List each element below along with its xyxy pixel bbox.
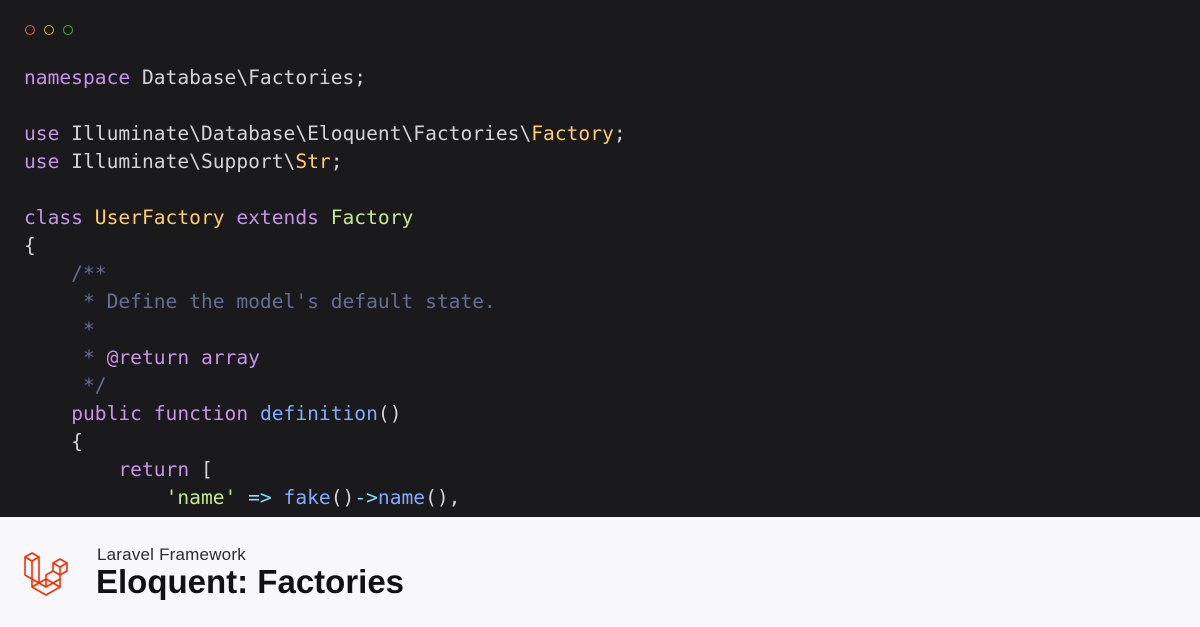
code-token: [ xyxy=(189,458,213,481)
code-token: * Define the model's default state. xyxy=(24,290,496,313)
code-line: return [ xyxy=(24,456,626,484)
code-token: use xyxy=(24,122,60,145)
code-token: (), xyxy=(425,486,461,509)
laravel-logo-icon xyxy=(24,552,68,596)
code-line: use Illuminate\Support\Str; xyxy=(24,148,626,176)
code-token: * xyxy=(24,346,107,369)
code-token: @return xyxy=(106,346,190,369)
code-token: function xyxy=(153,402,249,425)
code-line: public function definition() xyxy=(24,400,626,428)
code-line: * Define the model's default state. xyxy=(24,288,626,316)
code-token: array xyxy=(189,346,260,369)
code-token: ; xyxy=(330,150,343,173)
code-token: UserFactory xyxy=(94,206,225,229)
code-token: class xyxy=(24,206,83,229)
subtitle: Laravel Framework xyxy=(97,545,246,564)
code-block: namespace Database\Factories; use Illumin… xyxy=(24,64,626,512)
code-token: extends xyxy=(236,206,319,229)
minimize-dot-icon[interactable] xyxy=(44,25,54,35)
page-title: Eloquent: Factories xyxy=(96,563,405,600)
code-token: name xyxy=(377,486,426,509)
code-line: { xyxy=(24,232,626,260)
code-token: */ xyxy=(24,374,107,397)
code-token: Illuminate\Database\Eloquent\Factories\ xyxy=(59,122,532,145)
code-token: ; xyxy=(613,122,626,145)
code-line: * @return array xyxy=(24,344,626,372)
code-token: use xyxy=(24,150,60,173)
code-line: { xyxy=(24,428,626,456)
code-line: use Illuminate\Database\Eloquent\Factori… xyxy=(24,120,626,148)
code-token: () xyxy=(330,486,355,509)
code-token: /** xyxy=(24,262,107,285)
code-token: -> xyxy=(354,486,378,509)
code-token: Str xyxy=(295,150,331,173)
code-line: */ xyxy=(24,372,626,400)
code-token: Factory xyxy=(330,206,414,229)
footer-banner: Laravel Framework Eloquent: Factories xyxy=(0,517,1200,627)
code-line: namespace Database\Factories; xyxy=(24,64,626,92)
code-token: Factory xyxy=(531,122,614,145)
maximize-dot-icon[interactable] xyxy=(63,25,73,35)
code-token: public xyxy=(71,402,142,425)
code-token: { xyxy=(24,430,83,453)
code-line: * xyxy=(24,316,626,344)
code-token: definition xyxy=(259,402,378,425)
code-line: /** xyxy=(24,260,626,288)
code-token: fake xyxy=(283,486,331,509)
code-token: () xyxy=(377,402,402,425)
close-dot-icon[interactable] xyxy=(25,25,35,35)
window-controls xyxy=(25,25,73,35)
code-editor-window: namespace Database\Factories; use Illumin… xyxy=(0,0,1200,517)
code-token: 'name' xyxy=(165,486,237,509)
code-token: * xyxy=(24,318,95,341)
code-token: return xyxy=(118,458,190,481)
code-line: 'name' => fake()->name(), xyxy=(24,484,626,512)
code-token: namespace xyxy=(24,66,131,89)
code-token: Database\Factories; xyxy=(130,66,367,89)
code-token: => xyxy=(248,486,272,509)
code-token: Illuminate\Support\ xyxy=(59,150,296,173)
code-line: class UserFactory extends Factory xyxy=(24,204,626,232)
code-token: { xyxy=(24,234,36,257)
